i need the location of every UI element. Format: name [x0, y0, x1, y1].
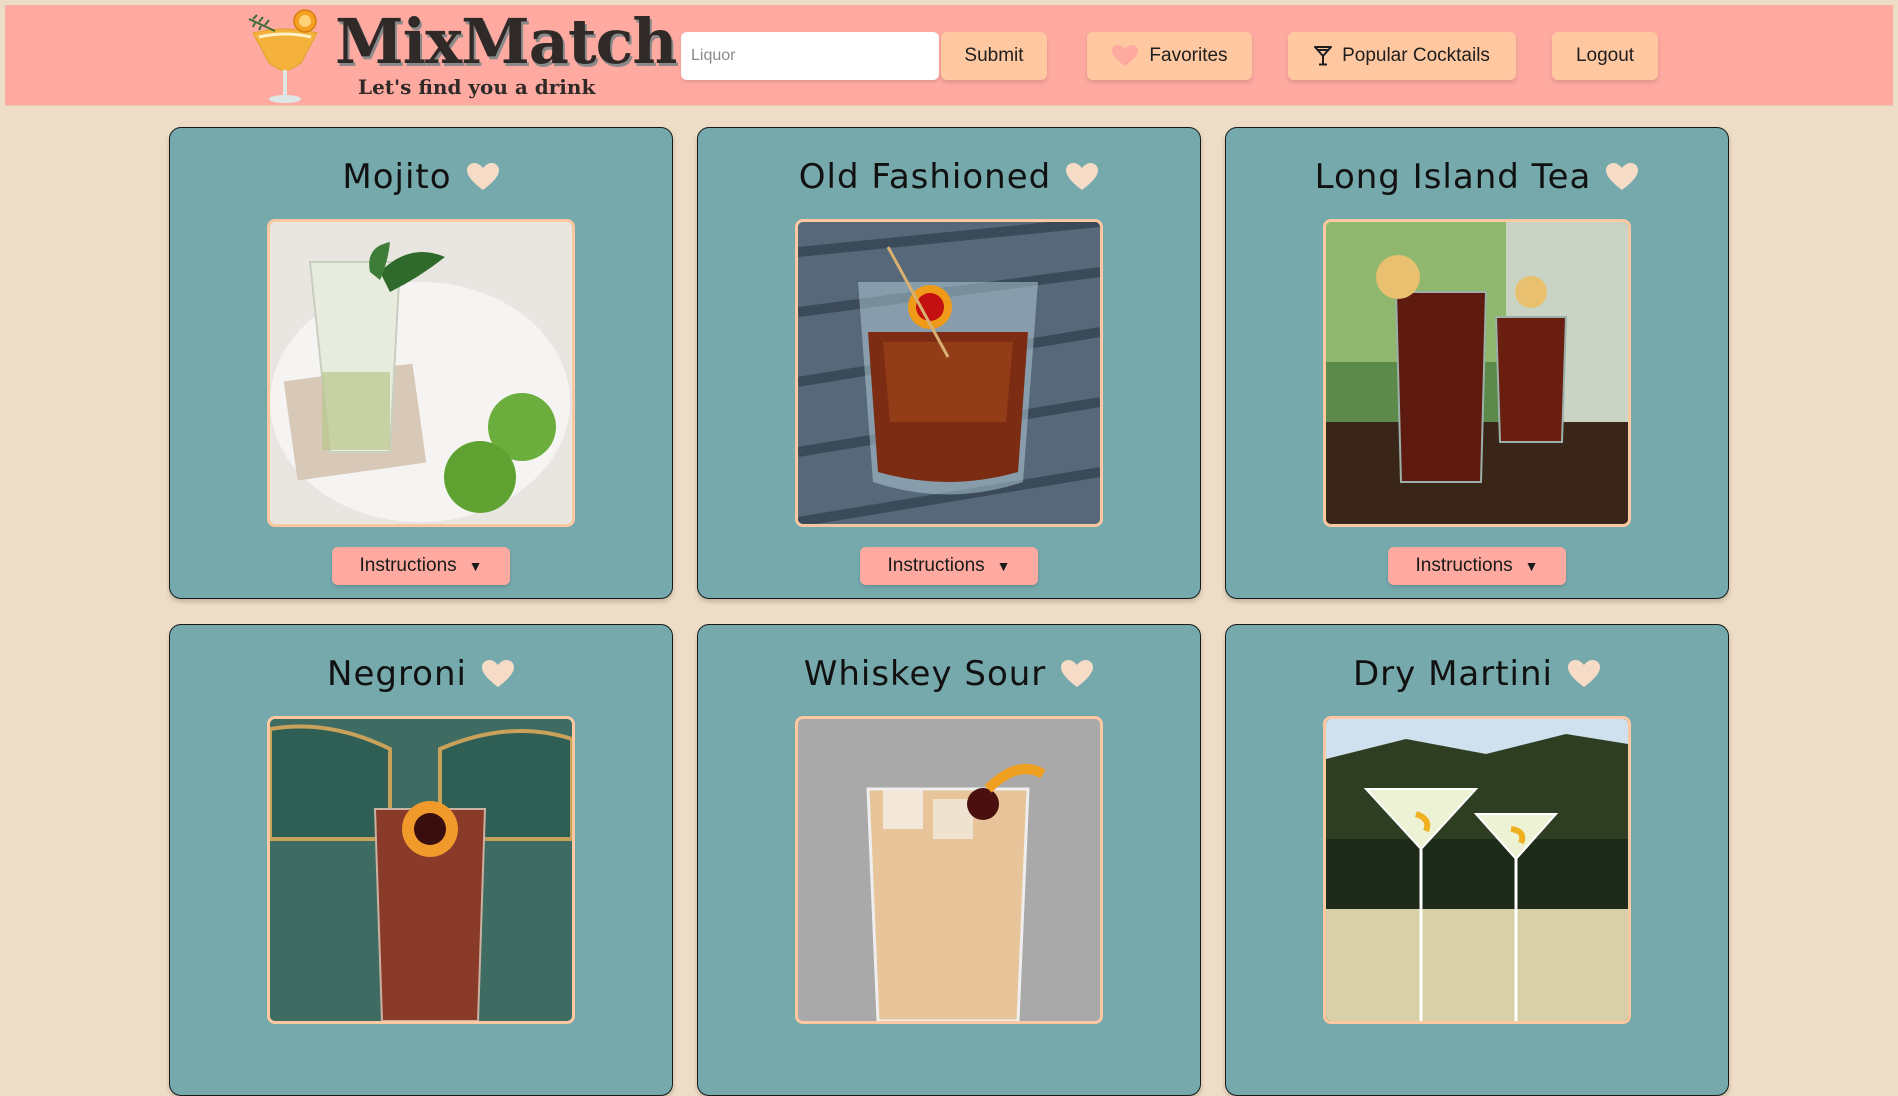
triangle-down-icon: ▼ [1524, 558, 1539, 574]
brand-title[interactable]: MixMatch [335, 7, 677, 77]
favorite-heart-icon[interactable] [1605, 162, 1639, 192]
favorite-heart-icon[interactable] [1065, 162, 1099, 192]
instructions-label: Instructions [359, 555, 457, 576]
cocktail-card: Dry Martini [1225, 624, 1729, 1096]
instructions-dropdown-button[interactable]: Instructions ▼ [860, 547, 1038, 585]
cocktail-name: Negroni [327, 654, 467, 694]
heart-icon [1111, 44, 1139, 68]
liquor-search-input[interactable] [681, 32, 939, 80]
cocktail-name: Mojito [342, 157, 452, 197]
instructions-dropdown-button[interactable]: Instructions ▼ [1388, 547, 1566, 585]
cocktail-photo [267, 716, 575, 1024]
cocktail-photo [795, 219, 1103, 527]
cocktail-photo [1323, 716, 1631, 1024]
header-bar: MixMatch Let's find you a drink Submit F… [5, 5, 1893, 106]
logout-button-label: Logout [1575, 45, 1635, 66]
submit-button[interactable]: Submit [941, 32, 1047, 80]
favorite-heart-icon[interactable] [466, 162, 500, 192]
triangle-down-icon: ▼ [468, 558, 483, 574]
favorites-button-label: Favorites [1149, 45, 1228, 66]
favorite-heart-icon[interactable] [1567, 659, 1601, 689]
favorite-heart-icon[interactable] [1060, 659, 1094, 689]
brand-tagline: Let's find you a drink [358, 75, 596, 99]
martini-glass-icon [1314, 46, 1333, 66]
cocktail-name: Dry Martini [1352, 654, 1553, 694]
favorite-heart-icon[interactable] [481, 659, 515, 689]
cocktail-name: Whiskey Sour [803, 654, 1047, 694]
instructions-dropdown-button[interactable]: Instructions ▼ [332, 547, 510, 585]
instructions-label: Instructions [1415, 555, 1513, 576]
cocktail-card: Old Fashioned Instructions ▼ [697, 127, 1201, 599]
popular-cocktails-button[interactable]: Popular Cocktails [1288, 32, 1516, 80]
instructions-label: Instructions [887, 555, 985, 576]
cocktail-card: Mojito Instructions ▼ [169, 127, 673, 599]
cocktail-card: Long Island Tea Instructions ▼ [1225, 127, 1729, 599]
triangle-down-icon: ▼ [996, 558, 1011, 574]
cocktail-name: Old Fashioned [798, 157, 1052, 197]
cocktail-photo [795, 716, 1103, 1024]
logout-button[interactable]: Logout [1552, 32, 1658, 80]
cocktail-card: Negroni [169, 624, 673, 1096]
favorites-button[interactable]: Favorites [1087, 32, 1252, 80]
cocktail-photo [1323, 219, 1631, 527]
cocktail-name: Long Island Tea [1314, 157, 1592, 197]
cocktail-glass-icon [245, 7, 325, 107]
cocktail-card: Whiskey Sour [697, 624, 1201, 1096]
popular-cocktails-button-label: Popular Cocktails [1342, 45, 1490, 66]
submit-button-label: Submit [964, 45, 1024, 66]
cocktail-photo [267, 219, 575, 527]
